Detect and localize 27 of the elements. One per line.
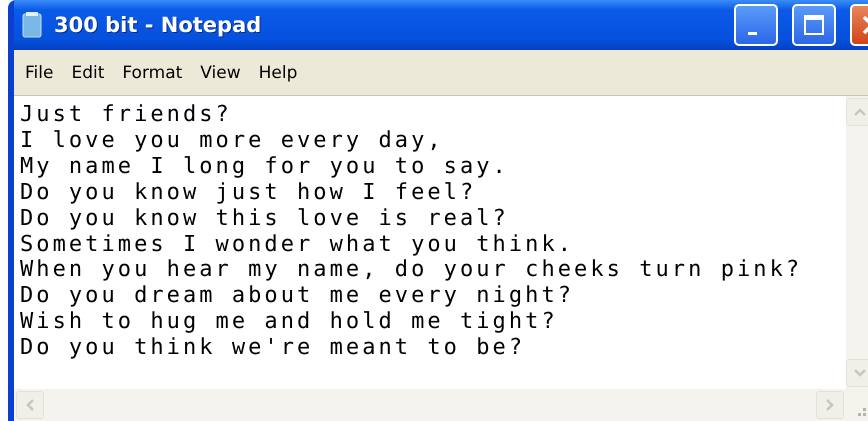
scroll-up-button[interactable] <box>846 98 868 126</box>
menu-item[interactable]: Edit <box>64 62 112 82</box>
minimize-icon <box>748 32 756 34</box>
menu-item[interactable]: Help <box>252 62 304 82</box>
menu-item[interactable]: File <box>18 62 60 82</box>
notepad-icon <box>20 11 44 39</box>
text-line: Sometimes I wonder what you think. <box>20 232 576 258</box>
text-line: Wish to hug me and hold me tight? <box>20 309 559 336</box>
minimize-button[interactable] <box>734 4 778 46</box>
scroll-right-button[interactable] <box>816 391 844 419</box>
maximize-button[interactable] <box>792 4 836 46</box>
text-line: When you hear my name, do your cheeks turn pink? <box>20 257 804 284</box>
menu-item[interactable]: Format <box>115 62 190 82</box>
text-line: Do you dream about me every night? <box>20 283 576 310</box>
menu-item[interactable]: View <box>193 62 248 82</box>
vertical-scrollbar[interactable] <box>846 96 868 389</box>
text-line: I love you more every day, <box>20 128 445 154</box>
scroll-down-button[interactable] <box>846 359 868 387</box>
scroll-left-button[interactable] <box>16 391 44 419</box>
maximize-icon <box>803 14 825 36</box>
text-line: Just friends? <box>20 102 233 128</box>
window-title: 300 bit - Notepad <box>54 13 262 37</box>
text-line: Do you know just how I feel? <box>20 180 478 206</box>
text-line: Do you think we're meant to be? <box>20 335 526 362</box>
text-line: Do you know this love is real? <box>20 206 510 232</box>
text-line: My name I long for you to say. <box>20 154 510 180</box>
horizontal-scrollbar[interactable] <box>14 389 846 421</box>
